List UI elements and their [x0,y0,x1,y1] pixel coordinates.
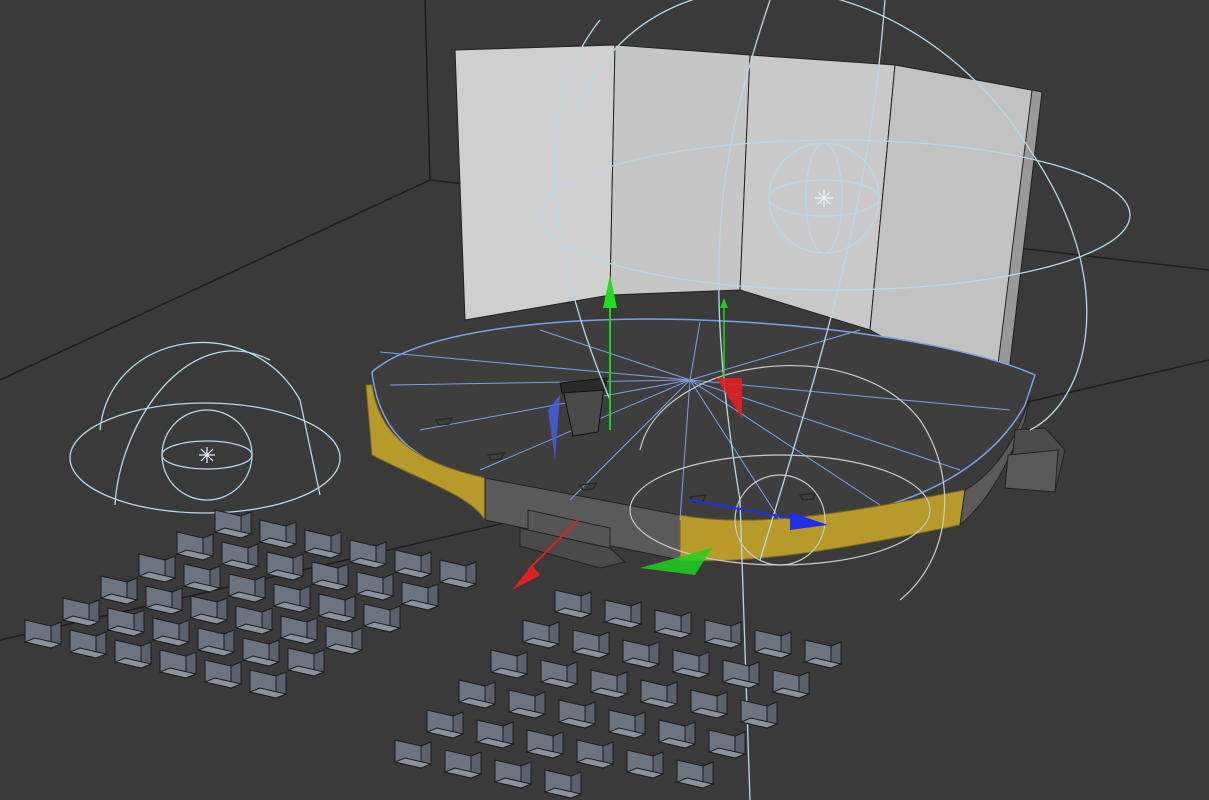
chair[interactable] [621,639,661,669]
chair[interactable] [589,669,629,699]
chair[interactable] [23,619,63,649]
chair[interactable] [438,559,478,589]
chair[interactable] [362,603,402,633]
chair[interactable] [68,629,108,659]
chair[interactable] [182,563,222,593]
chair-group-left[interactable] [23,509,478,699]
chair[interactable] [607,709,647,739]
chair[interactable] [151,617,191,647]
chair[interactable] [203,659,243,689]
chair[interactable] [707,729,747,759]
chair[interactable] [279,615,319,645]
chair[interactable] [689,689,729,719]
chair[interactable] [175,531,215,561]
chair[interactable] [158,649,198,679]
chair[interactable] [803,639,843,669]
chair[interactable] [657,719,697,749]
chair[interactable] [639,679,679,709]
chair[interactable] [99,575,139,605]
chair[interactable] [553,589,593,619]
chair[interactable] [625,749,665,779]
chair[interactable] [425,709,465,739]
chair[interactable] [265,551,305,581]
chair[interactable] [489,649,529,679]
chair[interactable] [571,629,611,659]
chair[interactable] [113,639,153,669]
chair[interactable] [196,627,236,657]
chair[interactable] [653,609,693,639]
chair[interactable] [220,541,260,571]
chair[interactable] [507,689,547,719]
stage-platform[interactable] [365,318,1036,562]
chair[interactable] [324,625,364,655]
chair[interactable] [144,585,184,615]
chair[interactable] [286,647,326,677]
chair[interactable] [539,659,579,689]
chair[interactable] [393,739,433,769]
chair[interactable] [721,659,761,689]
chair[interactable] [106,607,146,637]
chair[interactable] [355,571,395,601]
chair[interactable] [213,509,253,539]
chair[interactable] [493,759,533,789]
chair[interactable] [557,699,597,729]
chair[interactable] [258,519,298,549]
chair[interactable] [189,595,229,625]
chair[interactable] [303,529,343,559]
chair[interactable] [739,699,779,729]
3d-viewport[interactable] [0,0,1209,800]
chair[interactable] [272,583,312,613]
chair[interactable] [525,729,565,759]
chair[interactable] [521,619,561,649]
chair[interactable] [475,719,515,749]
chair[interactable] [137,553,177,583]
chair[interactable] [543,769,583,799]
chair[interactable] [348,539,388,569]
chair[interactable] [317,593,357,623]
chair[interactable] [771,669,811,699]
chair[interactable] [675,759,715,789]
chair[interactable] [234,605,274,635]
chair[interactable] [457,679,497,709]
scene-canvas[interactable] [0,0,1209,800]
chair[interactable] [241,637,281,667]
chair[interactable] [393,549,433,579]
chair[interactable] [248,669,288,699]
chair[interactable] [575,739,615,769]
chair[interactable] [61,597,101,627]
chair[interactable] [310,561,350,591]
omni-light-left[interactable] [69,341,341,514]
chair[interactable] [603,599,643,629]
chair[interactable] [443,749,483,779]
chair-group-right[interactable] [393,589,843,799]
chair[interactable] [400,581,440,611]
chair[interactable] [227,573,267,603]
chair[interactable] [671,649,711,679]
chair[interactable] [703,619,743,649]
chair[interactable] [753,629,793,659]
stage-steps-right[interactable] [1004,427,1066,493]
